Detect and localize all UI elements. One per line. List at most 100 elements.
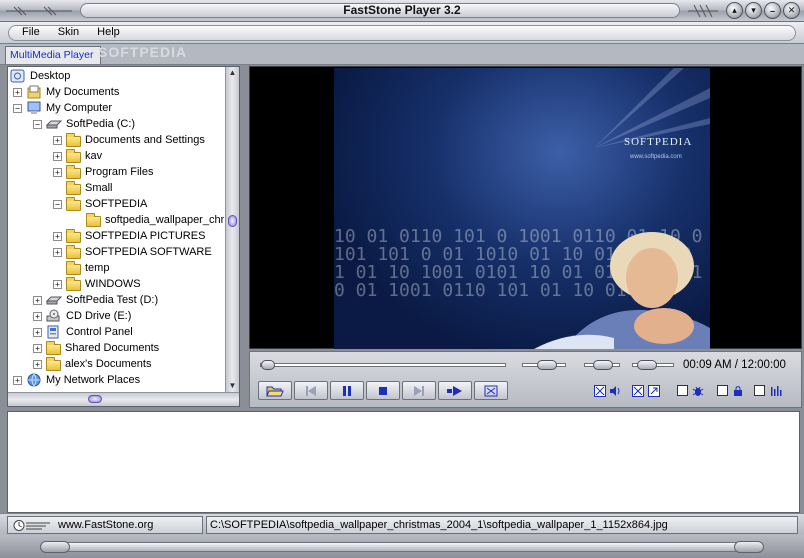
tree-item[interactable]: + My Network Places [13, 372, 140, 388]
tab-multimedia-player[interactable]: MultiMedia Player [5, 46, 101, 64]
playlist-panel[interactable] [7, 411, 800, 513]
tree-item[interactable]: + SOFTPEDIA SOFTWARE [53, 244, 212, 260]
tree-expander[interactable]: + [33, 295, 42, 305]
tree-item[interactable]: + Program Files [53, 164, 153, 180]
close-video-icon[interactable] [632, 385, 644, 397]
equalizer-icon[interactable] [770, 385, 782, 397]
tree-expander[interactable]: + [53, 279, 62, 289]
tree-item[interactable]: + WINDOWS [53, 276, 141, 292]
speaker-icon[interactable] [609, 385, 621, 397]
tree-item[interactable]: + Shared Documents [33, 340, 159, 356]
tree-expander[interactable]: + [53, 167, 62, 177]
speed-slider[interactable] [584, 360, 620, 370]
tree-expander[interactable]: − [33, 119, 42, 129]
tree-expander[interactable]: + [33, 311, 42, 321]
scroll-up-arrow-icon[interactable]: ▲ [227, 68, 238, 79]
hard-drive-icon [46, 296, 62, 305]
tree-item[interactable]: − SOFTPEDIA [53, 196, 147, 212]
folder-icon [66, 132, 81, 147]
tree-item[interactable]: + My Documents [13, 84, 119, 100]
bug-icon[interactable] [692, 385, 704, 397]
control-panel-icon [47, 325, 59, 339]
balance-knob[interactable] [537, 360, 557, 370]
scroll-down-arrow-icon[interactable]: ▼ [227, 381, 238, 392]
tree-item[interactable]: softpedia_wallpaper_chr [73, 212, 224, 228]
menu-skin[interactable]: Skin [58, 26, 79, 38]
tree-item[interactable]: + kav [53, 148, 102, 164]
pause-button[interactable] [330, 381, 364, 400]
tree-hscroll-thumb[interactable] [88, 395, 102, 403]
tree-item[interactable]: temp [53, 260, 109, 276]
wallpaper-figure [534, 232, 710, 349]
balance-slider[interactable] [522, 360, 566, 370]
menu-file[interactable]: File [22, 26, 40, 38]
option-checkbox-2[interactable] [717, 385, 728, 396]
tree-item[interactable]: + Control Panel [33, 324, 133, 340]
tree-expander[interactable]: + [33, 327, 42, 337]
tree-vertical-scrollbar[interactable]: ▲ ▼ [225, 67, 239, 393]
tree-expander[interactable]: + [53, 231, 62, 241]
menu-help[interactable]: Help [97, 26, 120, 38]
tree-item-label: Desktop [30, 70, 71, 82]
tree-item[interactable]: Small [53, 180, 113, 196]
tree-item-label: SOFTPEDIA [85, 198, 148, 210]
cd-drive-icon [46, 309, 60, 322]
mute-toggle-icon[interactable] [594, 385, 606, 397]
tree-vscroll-thumb[interactable] [228, 215, 237, 227]
tree-item[interactable]: Desktop [10, 68, 70, 84]
seek-knob[interactable] [261, 360, 275, 370]
tree-expander[interactable]: + [33, 343, 42, 353]
volume-knob[interactable] [637, 360, 657, 370]
tree-item-label: Documents and Settings [85, 134, 205, 146]
fullscreen-icon [484, 385, 498, 396]
folder-icon [66, 228, 81, 243]
scroll-up-button[interactable]: ▴ [726, 2, 743, 19]
previous-button[interactable] [294, 381, 328, 400]
tree-expander[interactable]: + [53, 151, 62, 161]
speed-knob[interactable] [593, 360, 613, 370]
tree-item[interactable]: + Documents and Settings [53, 132, 205, 148]
scroll-down-button[interactable]: ▾ [745, 2, 762, 19]
option-checkbox-1[interactable] [677, 385, 688, 396]
tree-horizontal-scrollbar[interactable] [8, 392, 239, 406]
tree-item[interactable]: + SoftPedia Test (D:) [33, 292, 158, 308]
bottom-bezel [0, 535, 804, 558]
video-display[interactable]: SOFTPEDIA www.softpedia.com 10 01 0110 1… [249, 66, 802, 349]
seek-slider[interactable] [260, 360, 506, 370]
tree-expander[interactable]: + [13, 87, 22, 97]
close-button[interactable]: ✕ [783, 2, 800, 19]
tree-item[interactable]: − My Computer [13, 100, 112, 116]
tree-item[interactable]: + CD Drive (E:) [33, 308, 131, 324]
tree-item-label: SoftPedia Test (D:) [66, 294, 159, 306]
tree-expander[interactable]: + [33, 359, 42, 369]
tree-item[interactable]: + SOFTPEDIA PICTURES [53, 228, 205, 244]
open-file-button[interactable] [258, 381, 292, 400]
website-link[interactable]: www.FastStone.org [58, 519, 153, 531]
folder-open-icon [266, 386, 284, 396]
tree-item-label: temp [85, 262, 110, 274]
tree-expander[interactable]: − [53, 199, 62, 209]
minimize-button[interactable]: – [764, 2, 781, 19]
tree-item-label: kav [85, 150, 103, 162]
title-decoration-right-icon [688, 4, 718, 18]
tree-expander[interactable]: + [53, 247, 62, 257]
next-button[interactable] [402, 381, 436, 400]
tree-expander[interactable]: − [13, 103, 22, 113]
volume-slider[interactable] [632, 360, 674, 370]
option-checkbox-3[interactable] [754, 385, 765, 396]
play-next-button[interactable] [438, 381, 472, 400]
tree-expander[interactable]: + [13, 375, 22, 385]
folder-icon [66, 196, 81, 211]
player-controls: 00:09 AM / 12:00:00 [249, 351, 802, 408]
stop-icon [379, 386, 387, 395]
popout-icon[interactable] [648, 385, 660, 397]
tree-item[interactable]: + alex's Documents [33, 356, 151, 372]
stop-button[interactable] [366, 381, 400, 400]
chevron-down-icon: ▾ [751, 5, 756, 15]
tree-expander[interactable]: + [53, 135, 62, 145]
window-title: FastStone Player 3.2 [343, 3, 461, 17]
status-website-box[interactable]: www.FastStone.org [7, 516, 203, 534]
lock-icon[interactable] [732, 385, 744, 397]
fullscreen-button[interactable] [474, 381, 508, 400]
tree-item[interactable]: − SoftPedia (C:) [33, 116, 135, 132]
